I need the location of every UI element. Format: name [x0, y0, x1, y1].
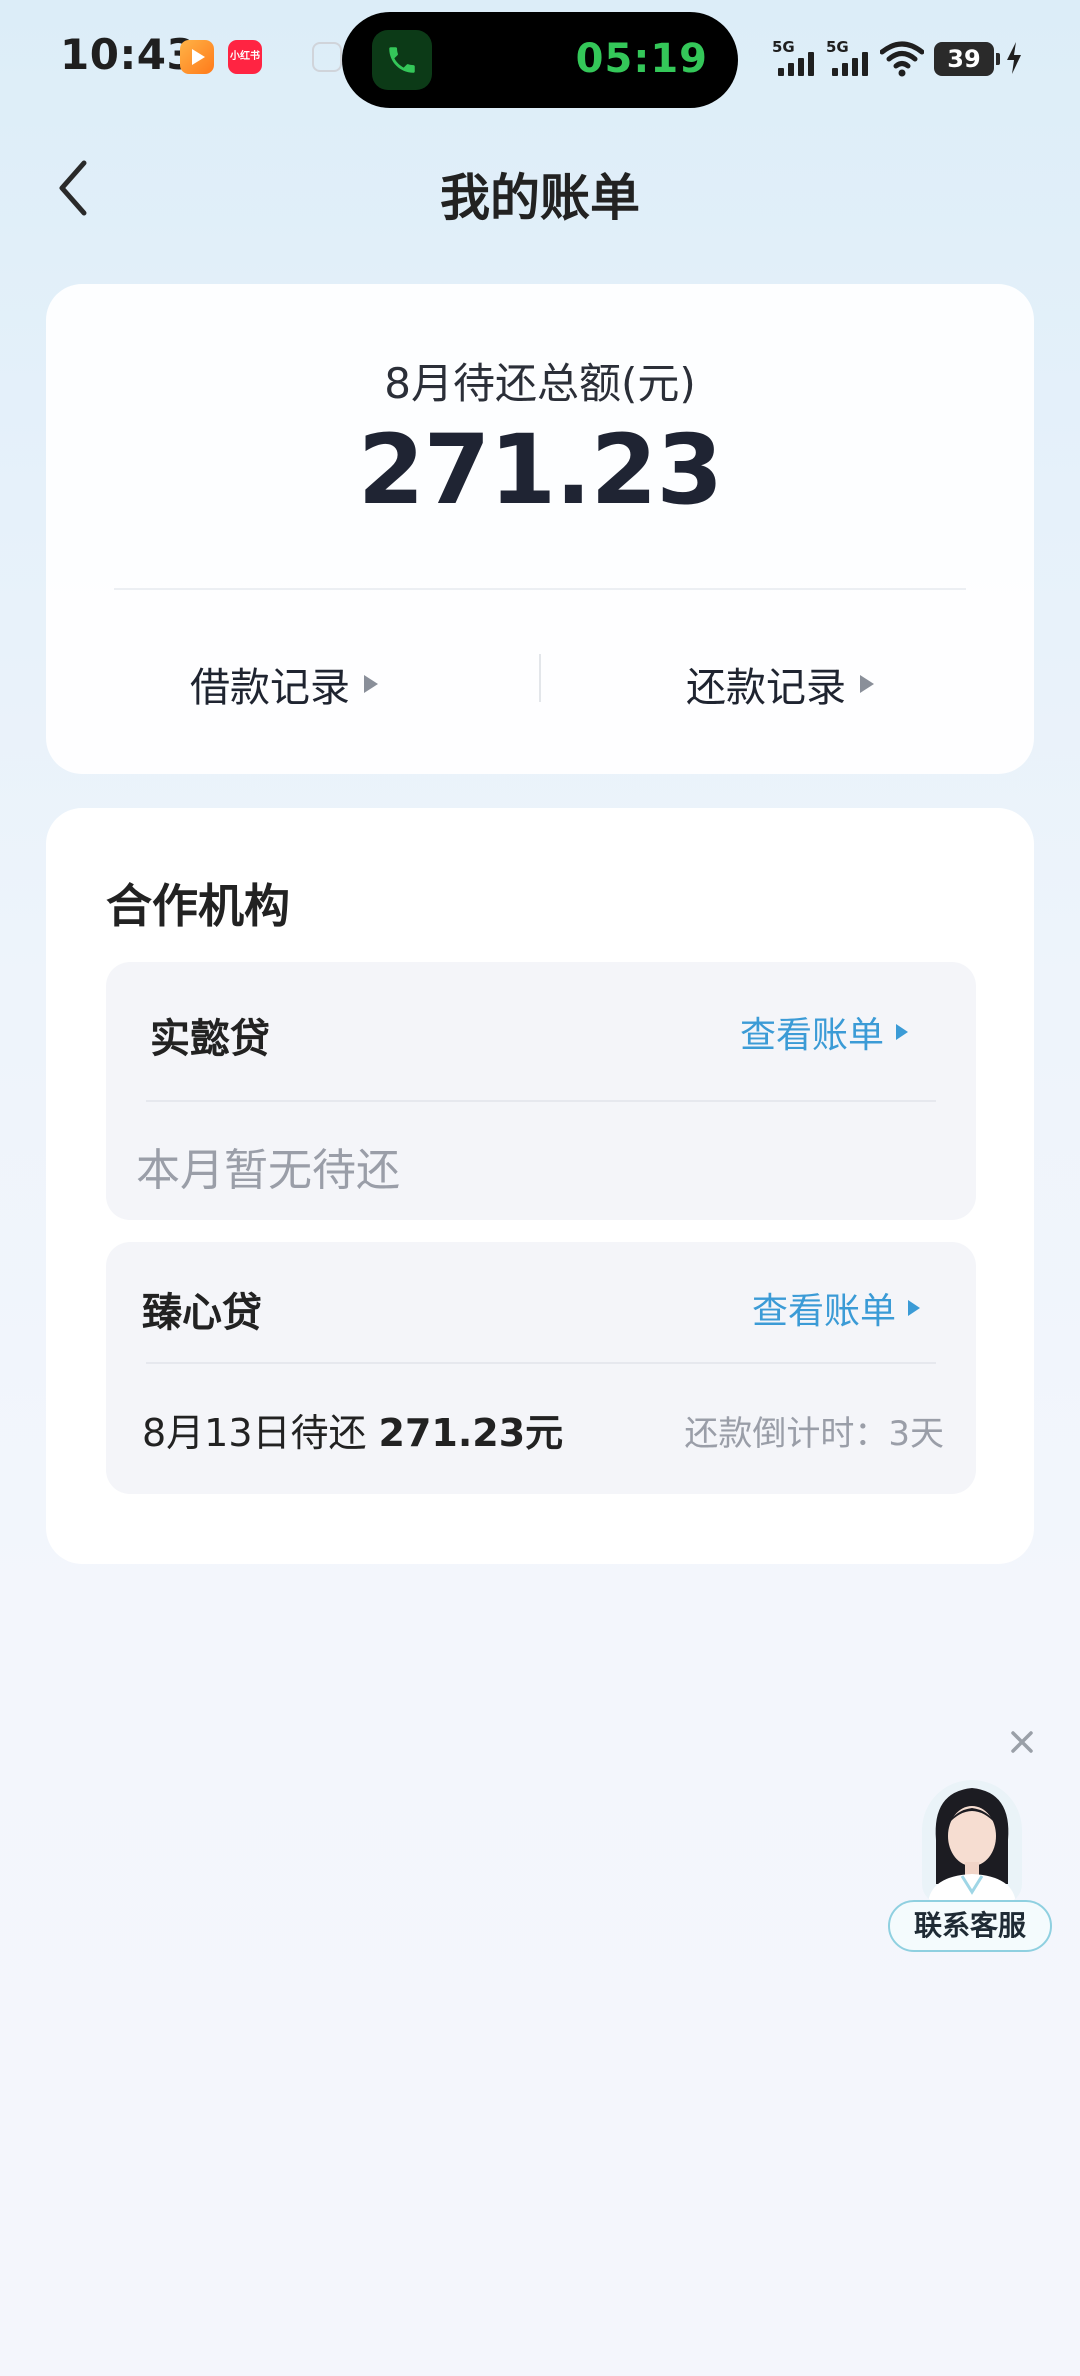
page-title: 我的账单	[440, 169, 640, 227]
charging-icon	[1004, 40, 1024, 80]
view-bill-link[interactable]: 查看账单	[752, 1282, 920, 1334]
lender-status: 本月暂无待还	[136, 1145, 400, 1196]
caret-right-icon	[860, 675, 874, 693]
partners-title: 合作机构	[106, 879, 290, 933]
due-amount: 271.23元	[378, 1411, 564, 1455]
status-time: 10:43	[60, 30, 197, 79]
divider	[146, 1100, 936, 1102]
borrow-records-link[interactable]: 借款记录	[190, 654, 378, 714]
view-bill-link[interactable]: 查看账单	[740, 1006, 908, 1058]
signal-icon: 5G	[826, 38, 872, 78]
lender-name: 实懿贷	[150, 1016, 270, 1062]
repay-records-link[interactable]: 还款记录	[686, 654, 874, 714]
contact-service-button[interactable]: 联系客服	[888, 1900, 1052, 1952]
view-bill-label: 查看账单	[751, 1291, 896, 1332]
video-app-icon	[180, 40, 214, 74]
bill-summary-card: 8月待还总额(元) 271.23 借款记录 还款记录	[46, 284, 1034, 774]
signal-icon: 5G	[772, 38, 818, 78]
status-bar: 10:43 小红书 05:19 5G 5G 39	[0, 0, 1080, 120]
phone-icon	[372, 30, 432, 90]
total-due-amount: 271.23	[357, 414, 723, 526]
total-due-label: 8月待还总额(元)	[384, 359, 696, 408]
close-icon[interactable]	[1006, 1726, 1038, 1758]
app-placeholder-icon	[312, 42, 342, 72]
battery-icon: 39	[934, 42, 1000, 76]
due-info: 8月13日待还 271.23元	[142, 1402, 563, 1457]
xiaohongshu-icon: 小红书	[228, 40, 262, 74]
partners-card: 合作机构 实懿贷 查看账单 本月暂无待还 臻心贷 查看账单 8月13日待还 27…	[46, 808, 1034, 1564]
lender-card: 实懿贷 查看账单 本月暂无待还	[106, 962, 976, 1220]
vertical-divider	[539, 654, 541, 702]
customer-service-avatar[interactable]	[922, 1780, 1022, 1904]
caret-right-icon	[364, 675, 378, 693]
caret-right-icon	[896, 1024, 908, 1040]
caret-right-icon	[908, 1300, 920, 1316]
lender-card: 臻心贷 查看账单 8月13日待还 271.23元 还款倒计时：3天	[106, 1242, 976, 1494]
call-timer: 05:19	[575, 36, 708, 82]
divider	[114, 588, 966, 590]
repay-records-label: 还款记录	[686, 665, 846, 711]
lender-name: 臻心贷	[142, 1290, 262, 1336]
view-bill-label: 查看账单	[739, 1015, 884, 1056]
borrow-records-label: 借款记录	[190, 665, 350, 711]
wifi-icon	[879, 38, 925, 82]
dynamic-island-call[interactable]: 05:19	[342, 12, 738, 108]
repay-countdown: 还款倒计时：3天	[684, 1414, 944, 1454]
divider	[146, 1362, 936, 1364]
due-date-text: 8月13日待还	[142, 1411, 367, 1455]
